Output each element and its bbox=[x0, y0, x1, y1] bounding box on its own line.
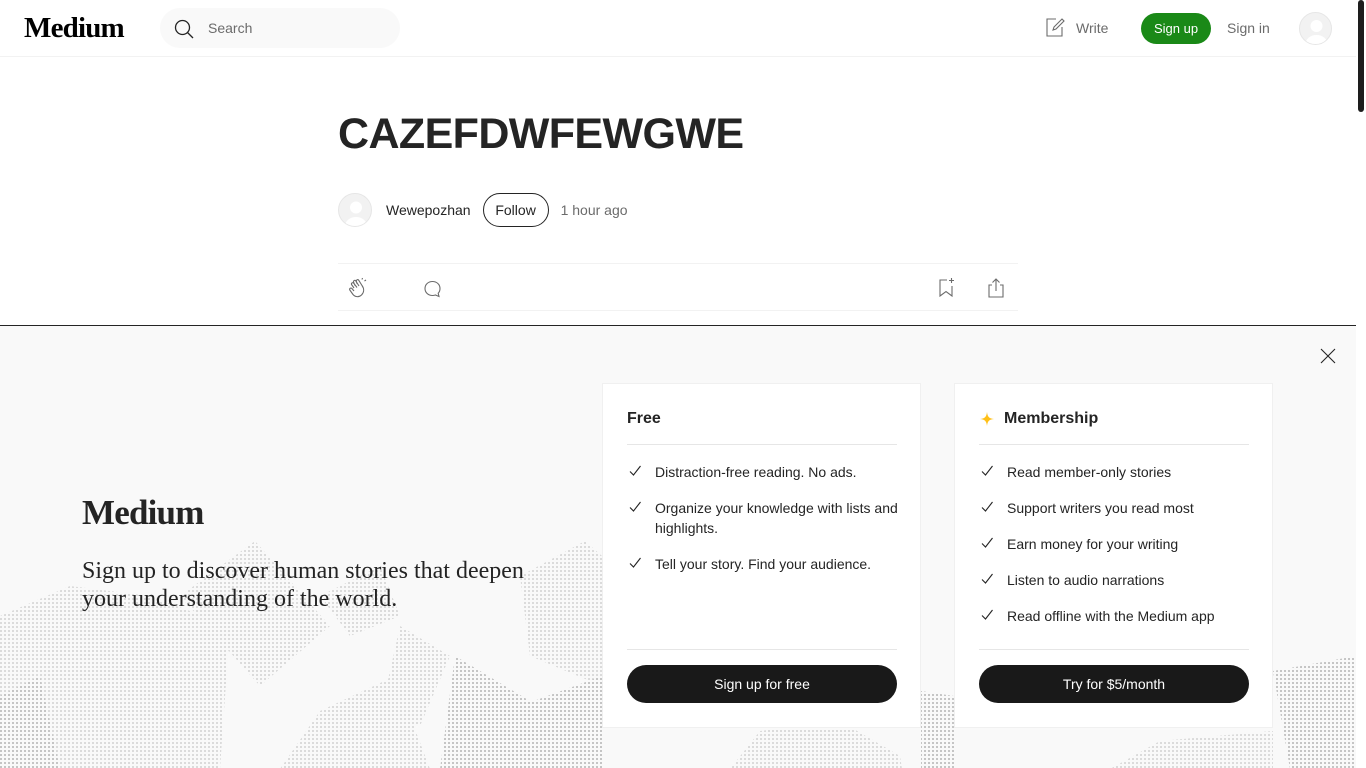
follow-button[interactable]: Follow bbox=[482, 193, 549, 227]
user-avatar[interactable] bbox=[1299, 12, 1332, 45]
sign-in-link[interactable]: Sign in bbox=[1227, 20, 1270, 36]
search-icon bbox=[174, 19, 194, 39]
check-icon bbox=[981, 573, 993, 584]
try-membership-button[interactable]: Try for $5/month bbox=[979, 665, 1249, 703]
author-avatar[interactable] bbox=[338, 193, 372, 227]
star-icon bbox=[980, 412, 994, 426]
author-name[interactable]: Wewepozhan bbox=[386, 202, 471, 218]
article-title: CAZEFDWFEWGWE bbox=[338, 110, 744, 158]
check-icon bbox=[629, 465, 641, 476]
feature-text: Listen to audio narrations bbox=[1007, 572, 1165, 588]
page-scrollbar[interactable] bbox=[1358, 0, 1364, 112]
check-icon bbox=[981, 465, 993, 476]
check-icon bbox=[981, 609, 993, 620]
feature-item: Support writers you read most bbox=[979, 498, 1254, 518]
check-icon bbox=[629, 501, 641, 512]
top-navigation-bar: Medium Write Sign up Sign in bbox=[0, 0, 1356, 57]
bookmark-icon[interactable] bbox=[934, 276, 958, 300]
write-icon bbox=[1046, 18, 1065, 37]
feature-text: Read offline with the Medium app bbox=[1007, 608, 1215, 624]
free-plan-title: Free bbox=[627, 410, 661, 427]
article-action-bar bbox=[338, 263, 1018, 311]
feature-item: Distraction-free reading. No ads. bbox=[627, 462, 902, 482]
divider bbox=[979, 649, 1249, 650]
feature-text: Distraction-free reading. No ads. bbox=[655, 464, 857, 480]
search-box[interactable] bbox=[160, 8, 400, 48]
avatar-icon bbox=[345, 201, 367, 226]
share-icon[interactable] bbox=[984, 276, 1008, 300]
check-icon bbox=[981, 537, 993, 548]
divider bbox=[979, 444, 1249, 445]
overlay-medium-logo: Medium bbox=[82, 493, 204, 532]
feature-item: Read offline with the Medium app bbox=[979, 606, 1254, 626]
clap-icon[interactable] bbox=[346, 276, 370, 300]
check-icon bbox=[981, 501, 993, 512]
membership-plan-card: Membership Read member-only stories Supp… bbox=[954, 383, 1273, 728]
avatar-icon bbox=[1305, 20, 1328, 44]
membership-plan-header: Membership bbox=[979, 410, 1098, 428]
membership-plan-title: Membership bbox=[1004, 410, 1099, 427]
feature-item: Earn money for your writing bbox=[979, 534, 1254, 554]
feature-text: Tell your story. Find your audience. bbox=[655, 556, 872, 572]
feature-item: Organize your knowledge with lists and h… bbox=[627, 498, 902, 538]
sign-up-for-free-button[interactable]: Sign up for free bbox=[627, 665, 897, 703]
sign-up-button[interactable]: Sign up bbox=[1141, 13, 1211, 44]
feature-item: Listen to audio narrations bbox=[979, 570, 1254, 590]
feature-text: Organize your knowledge with lists and h… bbox=[655, 500, 898, 536]
check-icon bbox=[629, 557, 641, 568]
author-info: Wewepozhan Follow 1 hour ago bbox=[338, 193, 628, 227]
search-input[interactable] bbox=[208, 18, 388, 38]
membership-feature-list: Read member-only stories Support writers… bbox=[979, 462, 1254, 642]
signup-overlay: Medium Sign up to discover human stories… bbox=[0, 325, 1356, 768]
feature-item: Tell your story. Find your audience. bbox=[627, 554, 902, 574]
feature-text: Support writers you read most bbox=[1007, 500, 1194, 516]
feature-text: Earn money for your writing bbox=[1007, 536, 1179, 552]
free-feature-list: Distraction-free reading. No ads. Organi… bbox=[627, 462, 902, 590]
write-button[interactable]: Write bbox=[1044, 17, 1108, 39]
feature-text: Read member-only stories bbox=[1007, 464, 1172, 480]
publish-time: 1 hour ago bbox=[560, 202, 628, 218]
medium-logo[interactable]: Medium bbox=[24, 12, 125, 45]
feature-item: Read member-only stories bbox=[979, 462, 1254, 482]
write-label: Write bbox=[1076, 20, 1109, 36]
signup-tagline: Sign up to discover human stories that d… bbox=[82, 558, 524, 612]
free-plan-card: Free Distraction-free reading. No ads. O… bbox=[602, 383, 921, 728]
divider bbox=[627, 649, 897, 650]
comment-icon[interactable] bbox=[422, 276, 444, 300]
close-icon[interactable] bbox=[1318, 346, 1338, 366]
divider bbox=[627, 444, 897, 445]
